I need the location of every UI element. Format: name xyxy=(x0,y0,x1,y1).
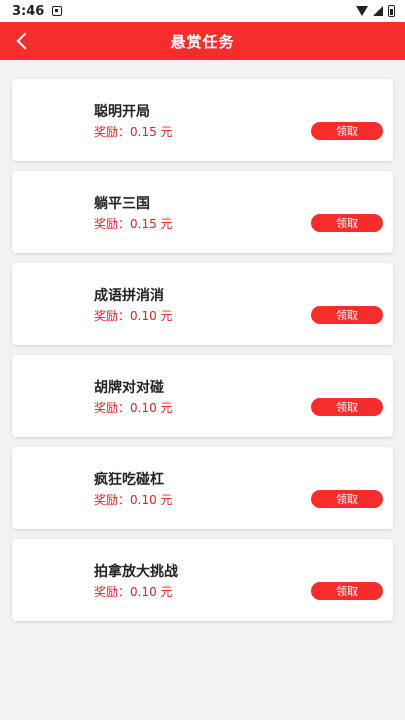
signal-icon xyxy=(373,6,383,16)
task-card: 躺平三国 奖励：0.15 元 领取 xyxy=(12,171,393,253)
app-bar: 悬赏任务 xyxy=(0,22,405,60)
task-reward: 奖励：0.10 元 xyxy=(94,401,173,415)
task-thumbnail xyxy=(24,363,90,429)
status-bar: 3:46 xyxy=(0,0,405,22)
claim-button[interactable]: 领取 xyxy=(311,122,383,140)
task-name: 成语拼消消 xyxy=(94,288,164,304)
task-card: 成语拼消消 奖励：0.10 元 领取 xyxy=(12,263,393,345)
claim-button[interactable]: 领取 xyxy=(311,398,383,416)
claim-button[interactable]: 领取 xyxy=(311,490,383,508)
task-reward: 奖励：0.10 元 xyxy=(94,493,173,507)
chevron-left-icon xyxy=(16,32,34,50)
task-thumbnail xyxy=(24,547,90,613)
task-list: 聪明开局 奖励：0.15 元 领取 躺平三国 奖励：0.15 元 领取 成语拼消… xyxy=(12,79,393,631)
task-reward: 奖励：0.15 元 xyxy=(94,125,173,139)
back-button[interactable] xyxy=(8,26,38,56)
task-thumbnail xyxy=(24,271,90,337)
task-name: 疯狂吃碰杠 xyxy=(94,472,164,488)
claim-button[interactable]: 领取 xyxy=(311,306,383,324)
wifi-icon xyxy=(356,6,368,16)
task-thumbnail xyxy=(24,455,90,521)
status-time: 3:46 xyxy=(12,3,45,19)
task-name: 拍拿放大挑战 xyxy=(94,564,178,580)
page-title: 悬赏任务 xyxy=(170,32,235,51)
task-name: 胡牌对对碰 xyxy=(94,380,164,396)
task-card: 胡牌对对碰 奖励：0.10 元 领取 xyxy=(12,355,393,437)
status-left: 3:46 xyxy=(12,3,63,19)
task-card: 聪明开局 奖励：0.15 元 领取 xyxy=(12,79,393,161)
task-thumbnail xyxy=(24,87,90,153)
task-card: 拍拿放大挑战 奖励：0.10 元 领取 xyxy=(12,539,393,621)
task-reward: 奖励：0.10 元 xyxy=(94,309,173,323)
claim-button[interactable]: 领取 xyxy=(311,582,383,600)
task-reward: 奖励：0.15 元 xyxy=(94,217,173,231)
task-card: 疯狂吃碰杠 奖励：0.10 元 领取 xyxy=(12,447,393,529)
task-reward: 奖励：0.10 元 xyxy=(94,585,173,599)
notification-icon xyxy=(52,6,63,16)
task-name: 聪明开局 xyxy=(94,104,150,120)
battery-icon xyxy=(388,5,395,17)
claim-button[interactable]: 领取 xyxy=(311,214,383,232)
status-right xyxy=(356,5,395,17)
task-name: 躺平三国 xyxy=(94,196,150,212)
task-thumbnail xyxy=(24,179,90,245)
